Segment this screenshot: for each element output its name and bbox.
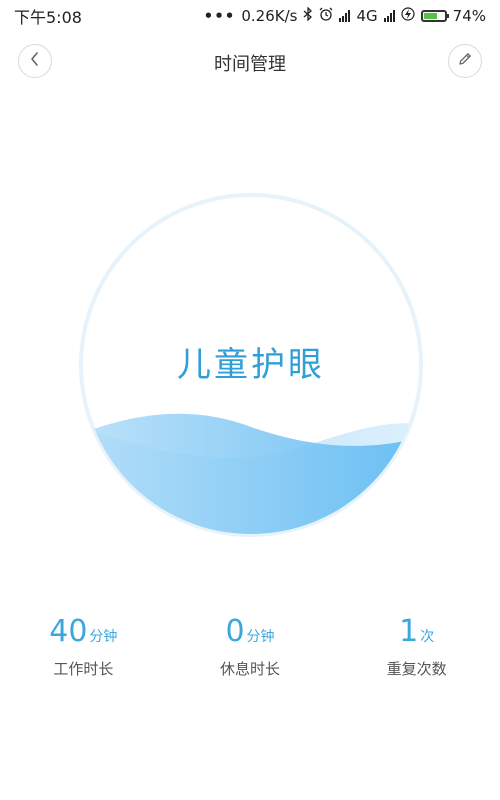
stat-value: 40	[49, 614, 88, 649]
stat-value: 0	[225, 614, 245, 649]
header: 时间管理	[0, 40, 500, 88]
charging-icon	[401, 7, 415, 25]
stat-rest-duration[interactable]: 0 分钟 休息时长	[167, 612, 334, 679]
battery-percent: 74%	[452, 7, 486, 25]
stat-work-duration[interactable]: 40 分钟 工作时长	[0, 612, 167, 679]
stat-label: 工作时长	[53, 660, 114, 678]
status-time: 下午5:08	[14, 8, 82, 27]
stat-unit: 次	[420, 629, 435, 645]
notification-dots: •••	[203, 7, 236, 25]
stats-row: 40 分钟 工作时长 0 分钟 休息时长 1次 重复次数	[0, 612, 500, 679]
signal-icon-2	[383, 10, 395, 22]
bluetooth-icon	[303, 6, 313, 25]
network-speed: 0.26K/s	[241, 7, 298, 25]
status-icons: ••• 0.26K/s 4G 74%	[203, 6, 486, 25]
network-type: 4G	[356, 7, 378, 25]
stat-label: 重复次数	[386, 660, 447, 678]
stat-unit: 分钟	[89, 629, 118, 645]
signal-icon	[339, 10, 351, 22]
page-title: 时间管理	[214, 54, 286, 75]
edit-button[interactable]	[448, 44, 482, 78]
alarm-icon	[319, 7, 333, 25]
battery-icon	[420, 10, 449, 22]
stat-label: 休息时长	[220, 660, 281, 678]
stat-value: 1	[399, 614, 419, 649]
stat-repeat-count[interactable]: 1次 重复次数	[333, 612, 500, 679]
circle-title: 儿童护眼	[177, 345, 325, 385]
pencil-icon	[457, 51, 473, 71]
eye-care-circle[interactable]: 儿童护眼	[73, 187, 429, 543]
stat-unit: 分钟	[246, 629, 275, 645]
status-bar: 下午5:08 ••• 0.26K/s 4G 74%	[0, 0, 500, 32]
